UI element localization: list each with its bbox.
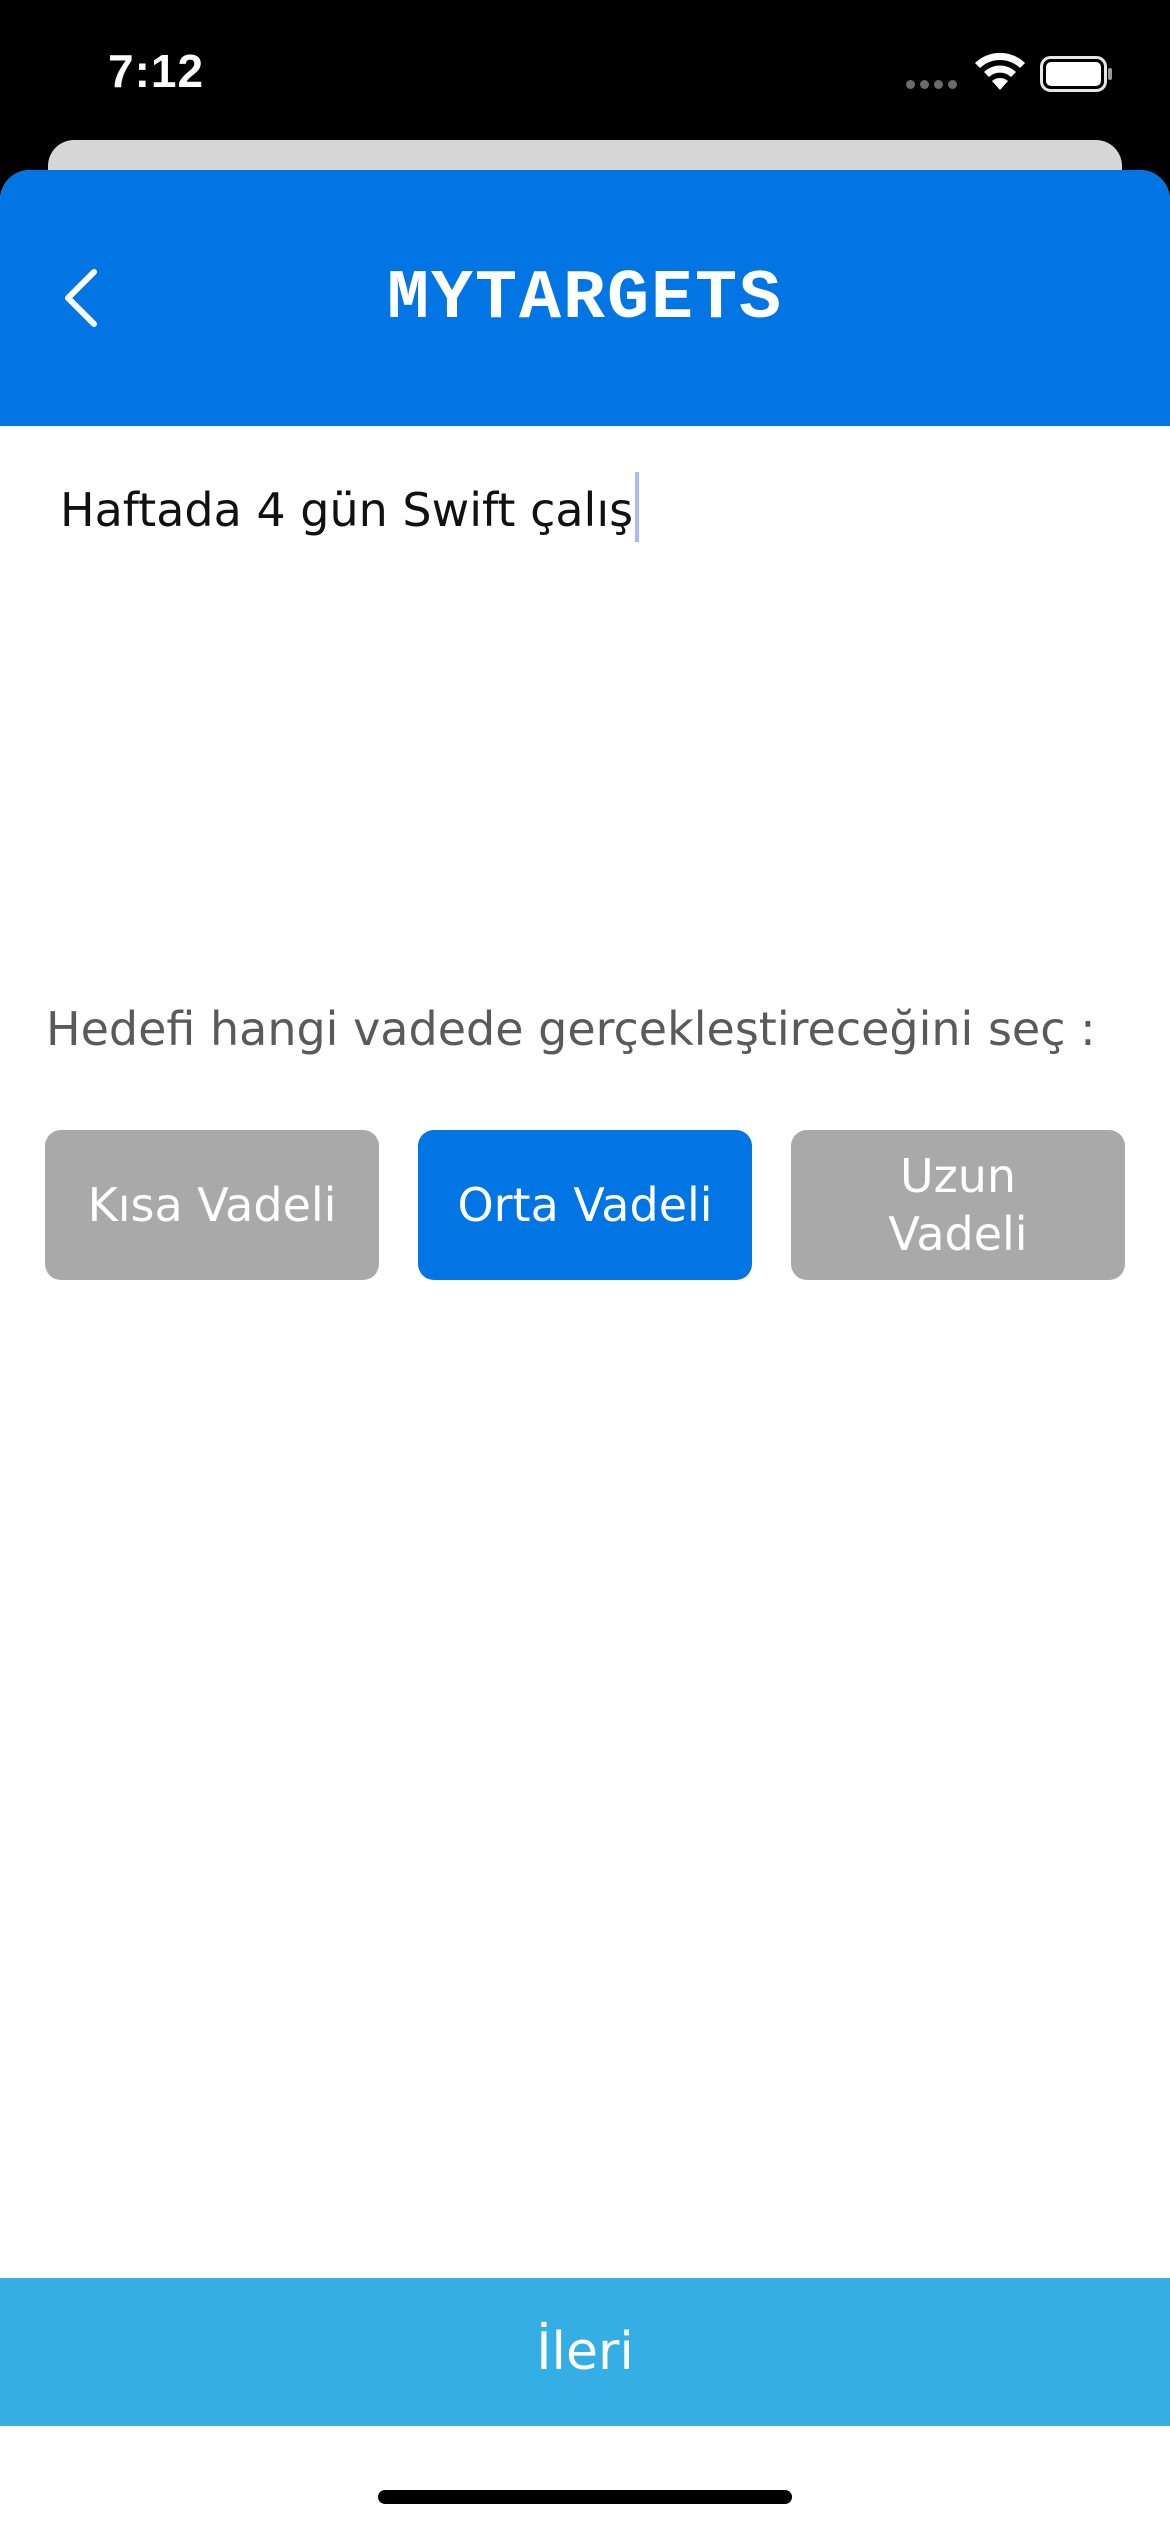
battery-icon [1040,56,1112,92]
mid-term-button[interactable]: Orta Vadeli [418,1130,752,1280]
status-bar: 7:12 [0,0,1170,140]
modal-sheet: MYTARGETS Haftada 4 gün Swift çalış Hede… [0,170,1170,2532]
target-text-input[interactable]: Haftada 4 gün Swift çalış [60,472,1120,892]
status-time: 7:12 [108,45,205,97]
term-instruction-label: Hedefi hangi vadede gerçekleştireceğini … [46,1002,1096,1056]
app-screen: 7:12 MYTARGETS Haftada 4 gün Swift çalış… [0,0,1170,2532]
next-button[interactable]: İleri [0,2278,1170,2426]
short-term-button[interactable]: Kısa Vadeli [45,1130,379,1280]
long-term-button[interactable]: Uzun Vadeli [791,1130,1125,1280]
text-cursor [635,472,640,542]
cellular-dots-icon [906,80,960,90]
home-indicator [378,2490,792,2504]
page-title: MYTARGETS [386,260,784,339]
wifi-icon [975,52,1025,90]
navigation-bar: MYTARGETS [0,170,1170,426]
target-text-value: Haftada 4 gün Swift çalış [60,483,634,537]
